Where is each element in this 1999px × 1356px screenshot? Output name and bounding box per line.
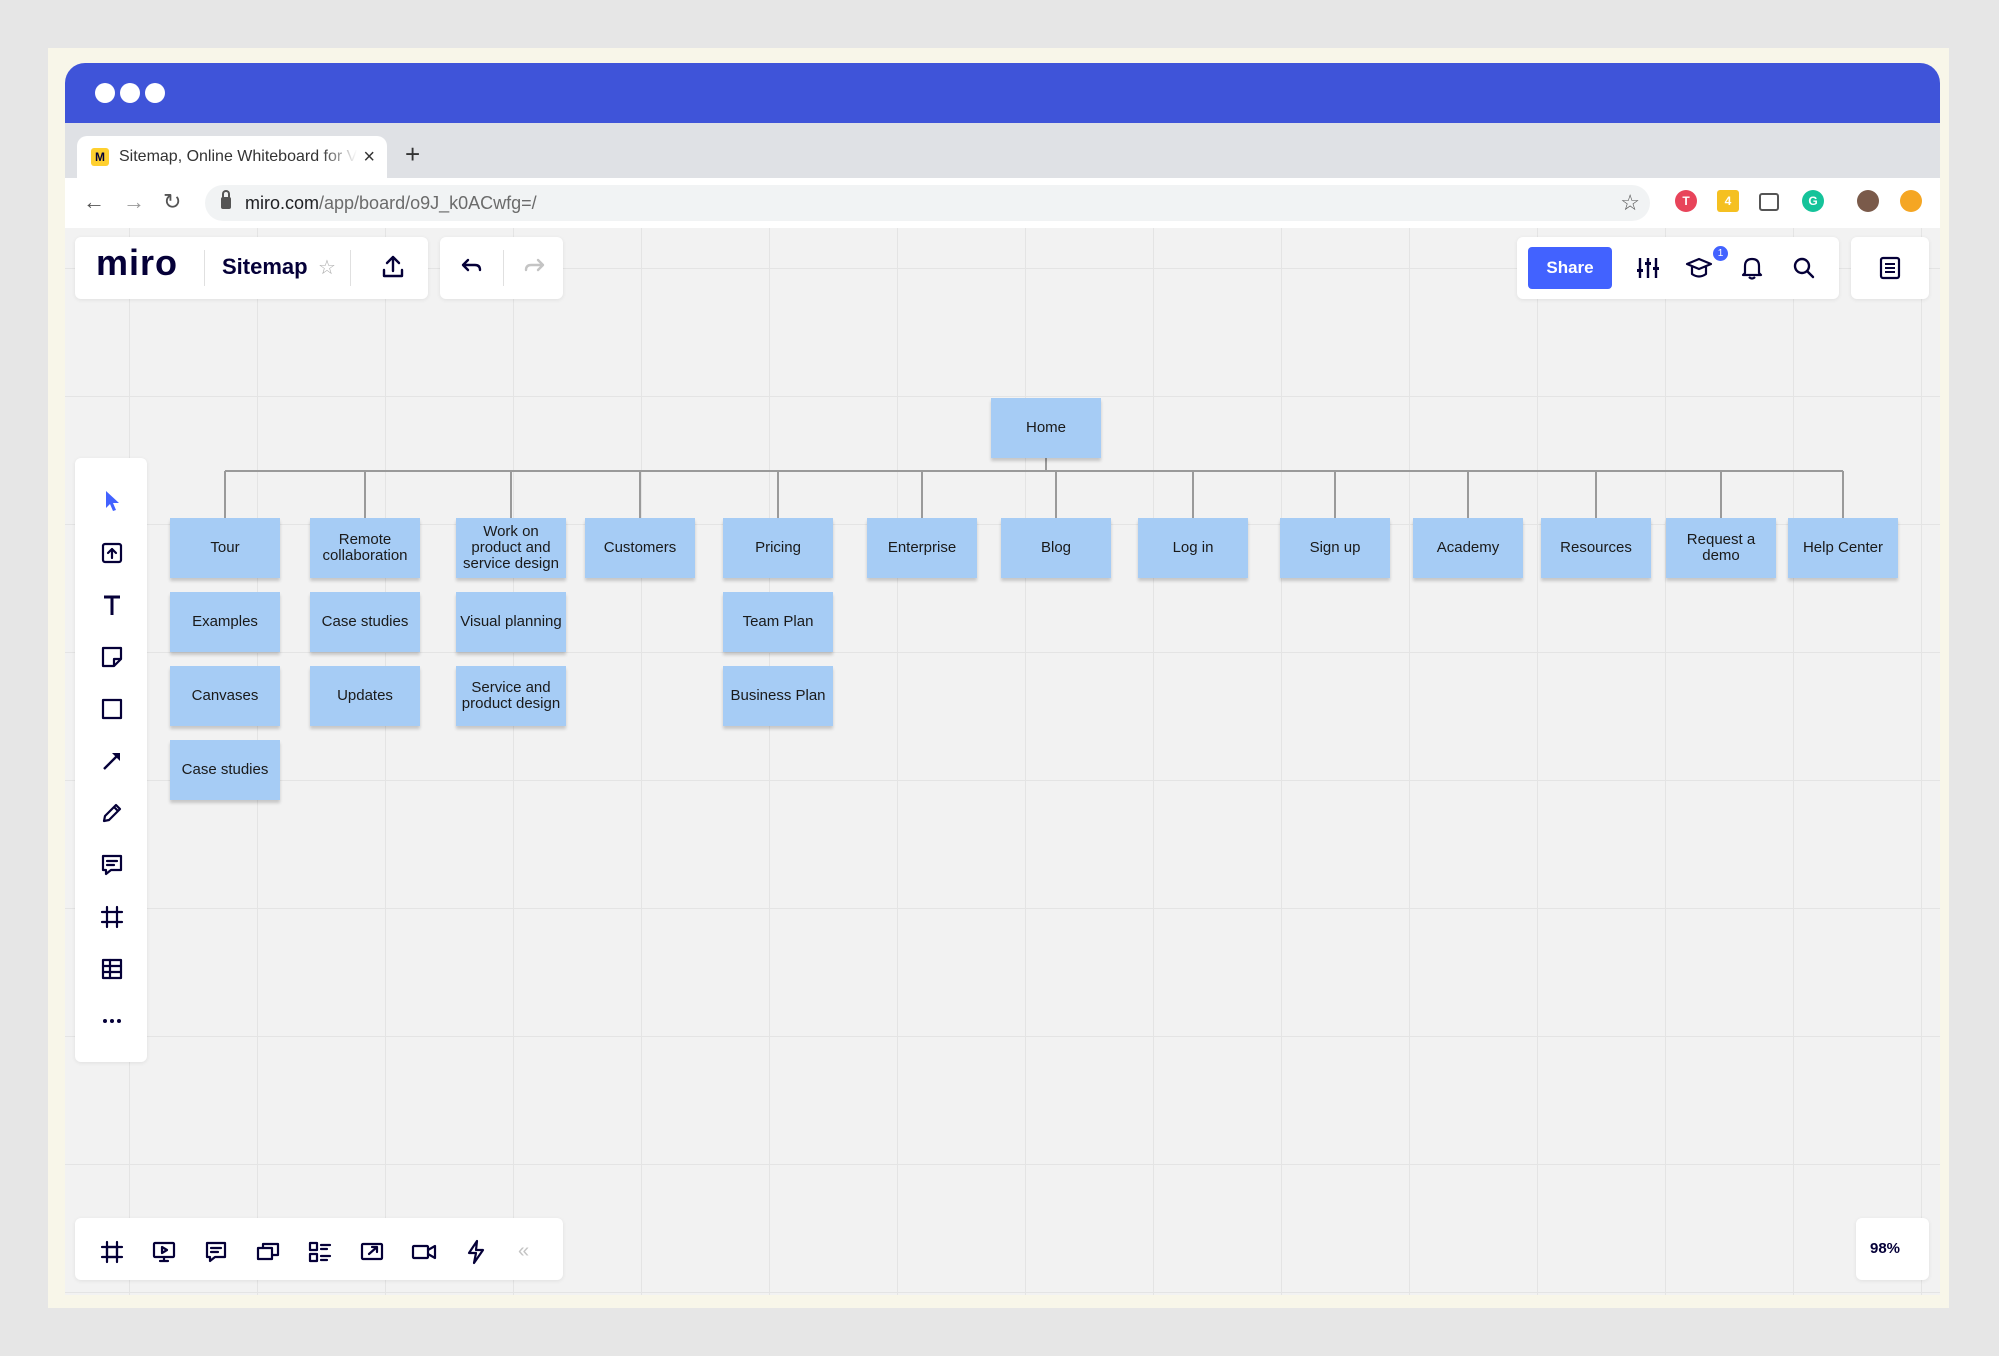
comment-icon[interactable] <box>98 851 126 879</box>
share-button[interactable]: Share <box>1528 247 1612 289</box>
screen-share-icon[interactable] <box>358 1238 386 1266</box>
sitemap-node-root[interactable]: Home <box>991 398 1101 458</box>
grammarly-icon[interactable]: G <box>1802 190 1824 212</box>
settings-sliders-icon[interactable] <box>1634 254 1662 282</box>
pocket-icon[interactable] <box>1759 193 1779 211</box>
collapse-toolbar-icon[interactable]: « <box>518 1240 529 1263</box>
board-name[interactable]: Sitemap <box>222 254 308 280</box>
kanban-icon[interactable] <box>306 1238 334 1266</box>
sitemap-node-section[interactable]: Sign up <box>1280 518 1390 578</box>
table-icon[interactable] <box>98 955 126 983</box>
extension-icon-1[interactable]: T <box>1675 190 1697 212</box>
sitemap-node-section[interactable]: Log in <box>1138 518 1248 578</box>
pen-icon[interactable] <box>98 799 126 827</box>
frame-icon[interactable] <box>98 903 126 931</box>
sitemap-node-page[interactable]: Case studies <box>170 740 280 800</box>
sitemap-node-section[interactable]: Academy <box>1413 518 1523 578</box>
url-path: /app/board/o9J_k0ACwfg=/ <box>319 192 537 213</box>
divider <box>350 250 351 286</box>
browser-tab[interactable]: M Sitemap, Online Whiteboard for Visual … <box>77 136 387 178</box>
sticky-note-icon[interactable] <box>98 643 126 671</box>
zoom-level[interactable]: 98% <box>1870 1240 1900 1257</box>
close-tab-icon[interactable]: × <box>363 146 375 169</box>
profile-avatar[interactable] <box>1857 190 1879 212</box>
board-menu-icon[interactable] <box>1876 254 1904 282</box>
back-icon[interactable]: ← <box>83 189 105 215</box>
notification-badge: 1 <box>1713 246 1728 261</box>
sitemap-node-section[interactable]: Resources <box>1541 518 1651 578</box>
select-icon[interactable] <box>98 487 126 515</box>
sitemap-node-section[interactable]: Blog <box>1001 518 1111 578</box>
url-host: miro.com <box>245 192 320 213</box>
star-board-icon[interactable]: ☆ <box>318 255 336 280</box>
sitemap-node-section[interactable]: Customers <box>585 518 695 578</box>
comments-icon[interactable] <box>202 1238 230 1266</box>
url-text: miro.com/app/board/o9J_k0ACwfg=/ <box>245 193 537 214</box>
url-field[interactable]: miro.com/app/board/o9J_k0ACwfg=/ ☆ <box>205 185 1650 221</box>
reload-icon[interactable]: ↻ <box>163 189 181 215</box>
whiteboard-canvas[interactable] <box>65 228 1940 1295</box>
learning-center-icon[interactable] <box>1684 254 1714 282</box>
extension-icon-2[interactable]: 4 <box>1717 190 1739 212</box>
video-chat-icon[interactable] <box>410 1238 438 1266</box>
divider <box>503 250 504 286</box>
more-icon[interactable] <box>98 1007 126 1035</box>
shape-icon[interactable] <box>98 695 126 723</box>
sitemap-node-section[interactable]: Pricing <box>723 518 833 578</box>
miro-favicon-icon: M <box>91 148 109 166</box>
window-dot-2[interactable] <box>120 83 140 103</box>
sitemap-node-page[interactable]: Canvases <box>170 666 280 726</box>
forward-icon[interactable]: → <box>123 189 145 215</box>
sitemap-node-page[interactable]: Case studies <box>310 592 420 652</box>
sitemap-node-page[interactable]: Visual planning <box>456 592 566 652</box>
sitemap-node-page[interactable]: Updates <box>310 666 420 726</box>
tab-title: Sitemap, Online Whiteboard for Visual Co… <box>119 148 358 165</box>
undo-icon[interactable] <box>456 252 486 282</box>
cards-icon[interactable] <box>254 1238 282 1266</box>
sitemap-node-section[interactable]: Work on product and service design <box>456 518 566 578</box>
window-dot-1[interactable] <box>95 83 115 103</box>
sitemap-node-section[interactable]: Request a demo <box>1666 518 1776 578</box>
sitemap-node-page[interactable]: Service and product design <box>456 666 566 726</box>
lock-icon <box>221 190 231 209</box>
divider <box>204 250 205 286</box>
bell-icon[interactable] <box>1738 254 1766 282</box>
sitemap-node-page[interactable]: Examples <box>170 592 280 652</box>
export-icon[interactable] <box>378 252 408 282</box>
upload-icon[interactable] <box>98 539 126 567</box>
browser-titlebar <box>65 63 1940 123</box>
sitemap-node-section[interactable]: Enterprise <box>867 518 977 578</box>
text-icon[interactable] <box>98 591 126 619</box>
apps-icon[interactable] <box>462 1238 490 1266</box>
extension-icon-3[interactable] <box>1900 190 1922 212</box>
bookmark-star-icon[interactable]: ☆ <box>1620 190 1640 216</box>
miro-logo[interactable]: miro <box>96 242 178 284</box>
connection-line-icon[interactable] <box>98 747 126 775</box>
sitemap-node-page[interactable]: Team Plan <box>723 592 833 652</box>
search-icon[interactable] <box>1790 254 1818 282</box>
sitemap-node-section[interactable]: Remote collaboration <box>310 518 420 578</box>
sitemap-node-section[interactable]: Tour <box>170 518 280 578</box>
frames-icon[interactable] <box>98 1238 126 1266</box>
window-dot-3[interactable] <box>145 83 165 103</box>
new-tab-button[interactable]: + <box>405 139 420 170</box>
sitemap-node-page[interactable]: Business Plan <box>723 666 833 726</box>
redo-icon[interactable] <box>520 252 550 282</box>
sitemap-node-section[interactable]: Help Center <box>1788 518 1898 578</box>
presentation-icon[interactable] <box>150 1238 178 1266</box>
